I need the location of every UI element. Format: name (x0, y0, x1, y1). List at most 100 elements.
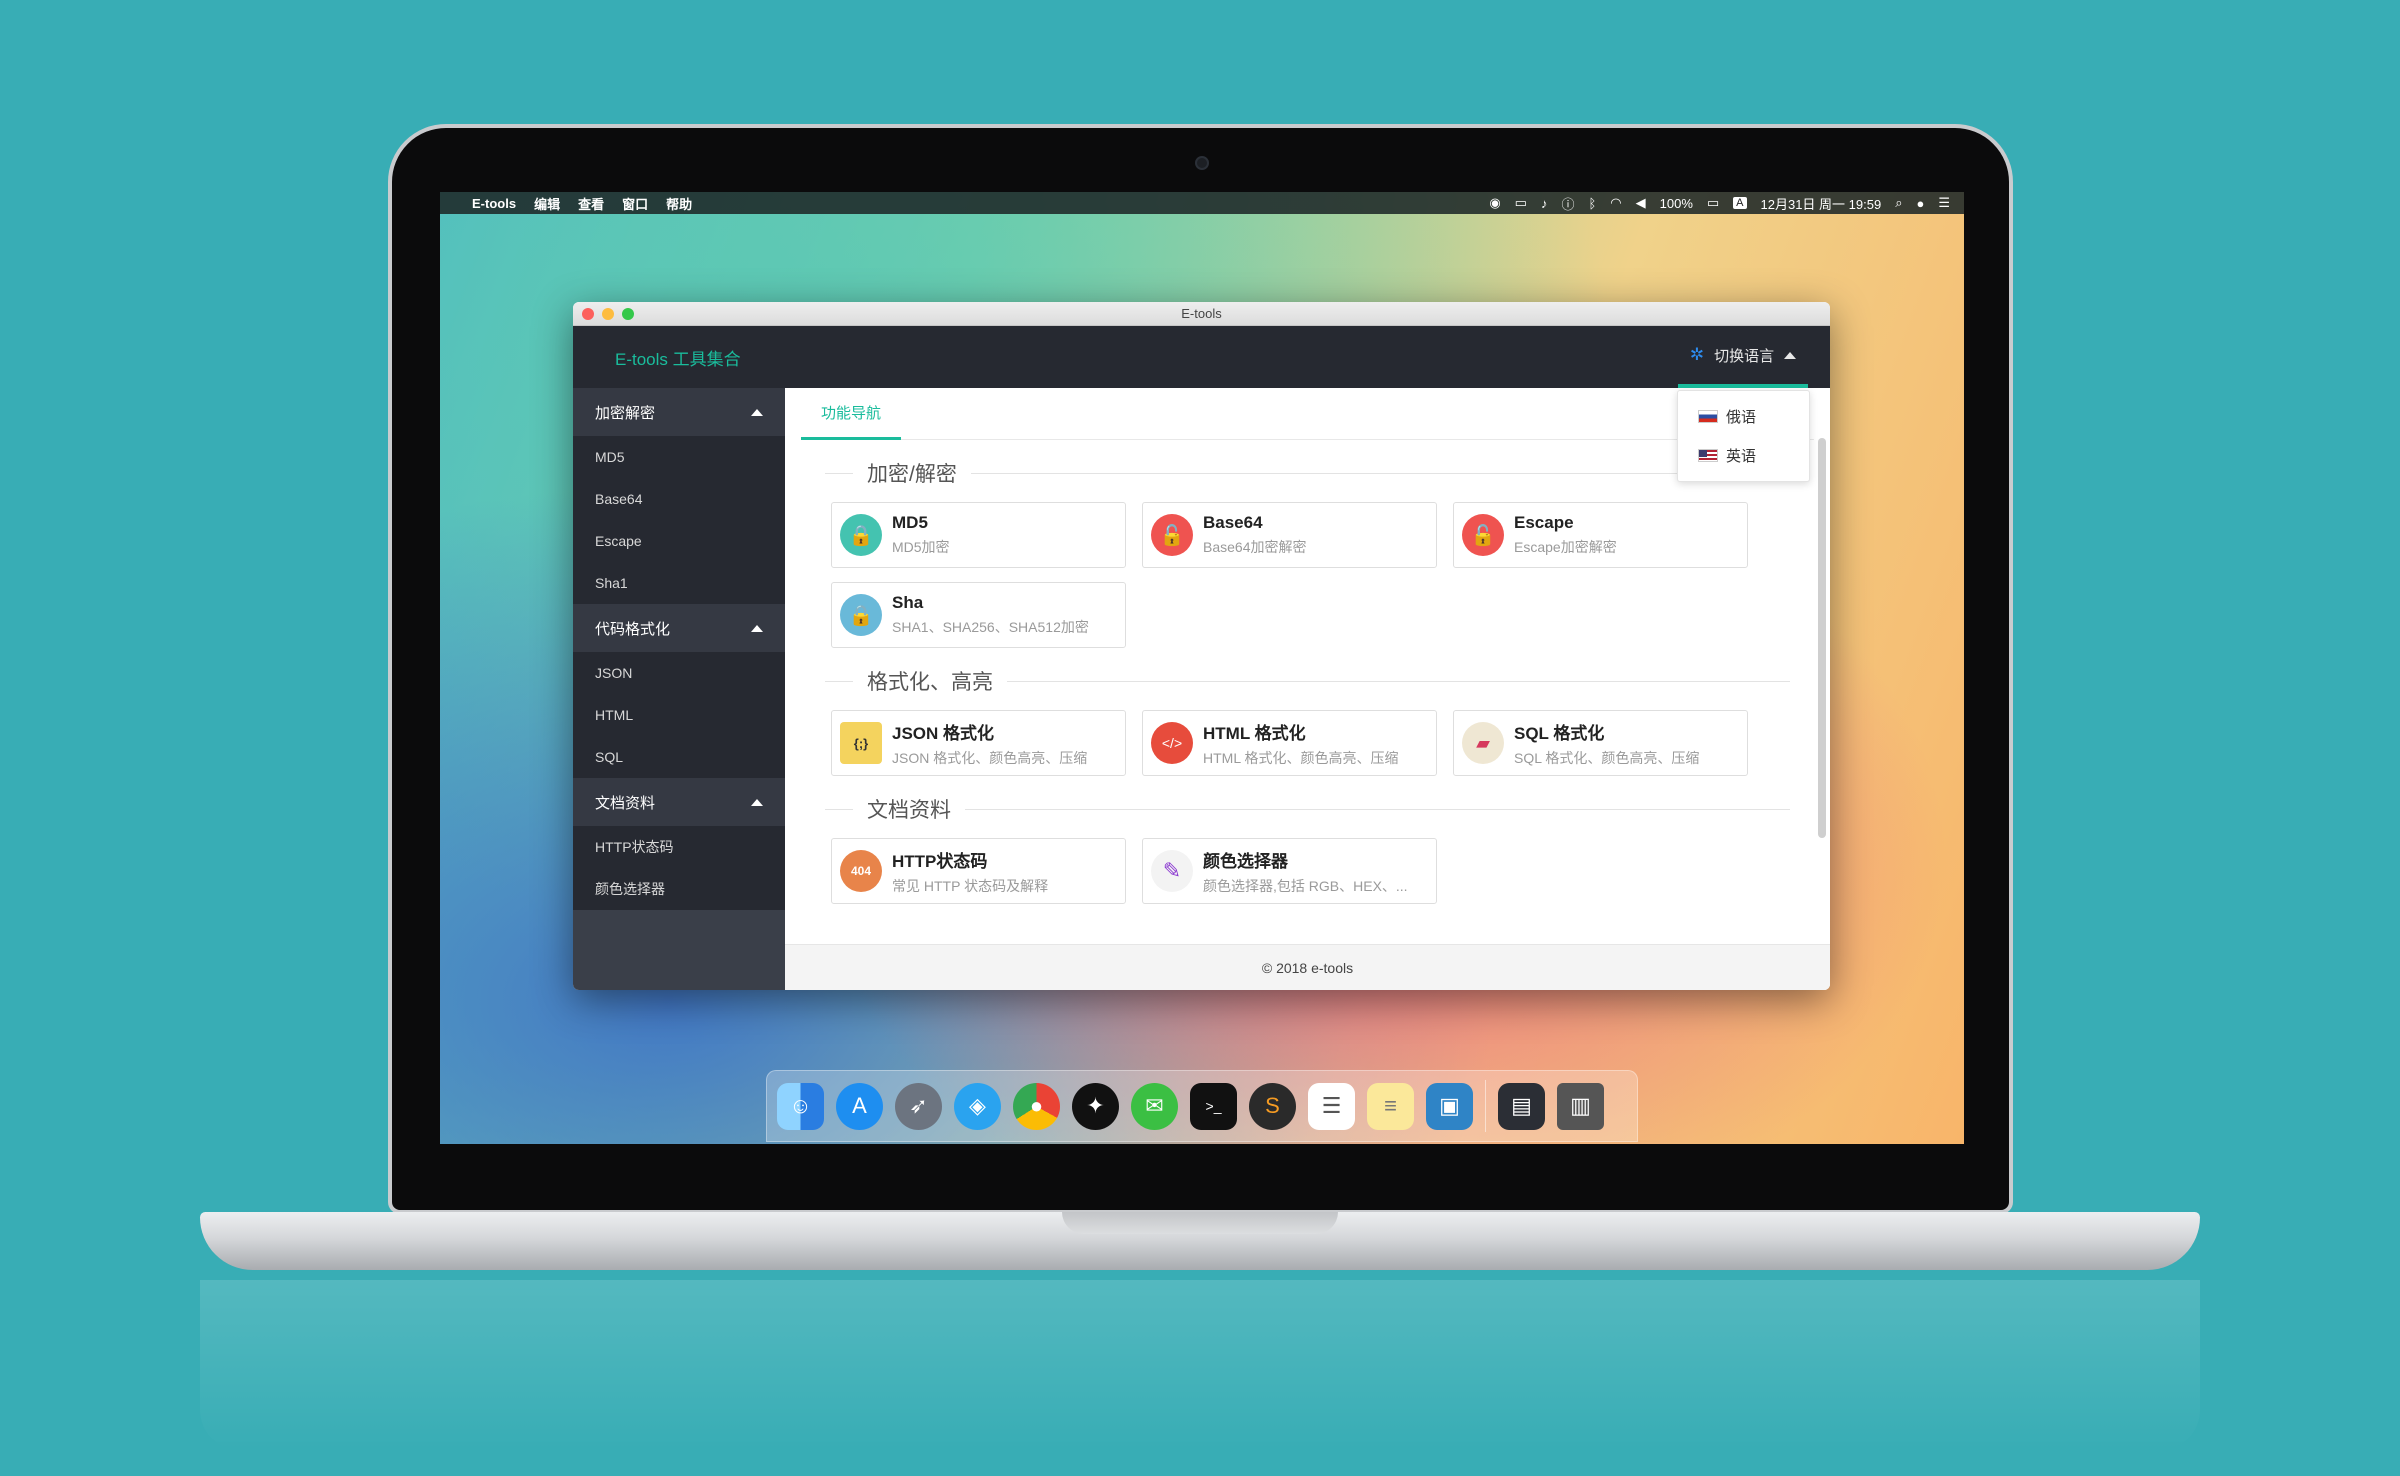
scrollbar[interactable] (1818, 438, 1826, 838)
finder-icon[interactable]: ☺ (777, 1082, 824, 1130)
info-icon[interactable]: ⓘ (1561, 194, 1574, 213)
card-title: HTTP状态码 (892, 851, 988, 871)
sidebar-group-items: HTTP状态码 颜色选择器 (573, 826, 785, 910)
screen-share-icon[interactable]: ▭ (1515, 195, 1527, 211)
card-text: 颜色选择器 颜色选择器,包括 RGB、HEX、... (1203, 847, 1408, 896)
minimize-window-button[interactable] (602, 308, 614, 320)
menu-help[interactable]: 帮助 (666, 194, 692, 213)
tool-card-http-status[interactable]: 404 HTTP状态码 常见 HTTP 状态码及解释 (831, 838, 1126, 904)
sidebar-item-http-status[interactable]: HTTP状态码 (573, 826, 785, 868)
language-switch[interactable]: ✲ 切换语言 (1678, 326, 1808, 388)
virtualbox-icon[interactable]: ▣ (1426, 1082, 1473, 1130)
spotlight-search-icon[interactable]: ⌕ (1895, 195, 1902, 211)
unlock-icon: 🔓 (1462, 514, 1504, 556)
chrome-icon[interactable]: ● (1013, 1082, 1060, 1130)
sidebar-item-sql[interactable]: SQL (573, 736, 785, 778)
footer: © 2018 e-tools (785, 944, 1830, 990)
sidebar-item-html[interactable]: HTML (573, 694, 785, 736)
safari-icon[interactable]: ◈ (954, 1082, 1001, 1130)
tab-bar: 功能导航 (801, 388, 1814, 440)
sidebar-item-md5[interactable]: MD5 (573, 436, 785, 478)
maximize-window-button[interactable] (622, 308, 634, 320)
wechat-status-icon[interactable]: ◉ (1489, 195, 1500, 211)
language-option-label: 俄语 (1726, 409, 1757, 426)
card-desc: Base64加密解密 (1203, 539, 1307, 555)
json-file-icon: {;} (840, 722, 882, 764)
menu-bar: E-tools 编辑 查看 窗口 帮助 ◉ ▭ ♪ ⓘ ᛒ ◠ ◀ 100% ▭… (440, 192, 1964, 214)
card-desc: JSON 格式化、颜色高亮、压缩 (892, 749, 1088, 766)
card-text: Escape Escape加密解密 (1514, 513, 1617, 557)
card-desc: MD5加密 (892, 539, 950, 555)
terminal-icon[interactable]: >_ (1190, 1082, 1237, 1130)
card-grid: {;} JSON 格式化 JSON 格式化、颜色高亮、压缩 </> HTML 格… (831, 710, 1771, 776)
close-window-button[interactable] (582, 308, 594, 320)
status-area: ◉ ▭ ♪ ⓘ ᛒ ◠ ◀ 100% ▭ A 12月31日 周一 19:59 ⌕… (1489, 194, 1950, 213)
qq-icon[interactable]: ✦ (1072, 1082, 1119, 1130)
tool-card-json[interactable]: {;} JSON 格式化 JSON 格式化、颜色高亮、压缩 (831, 710, 1126, 776)
sidebar-group-label: 代码格式化 (595, 620, 671, 638)
lock-icon: 🔒 (840, 514, 882, 556)
wechat-icon[interactable]: ✉ (1131, 1082, 1178, 1130)
sidebar-item-color-picker[interactable]: 颜色选择器 (573, 868, 785, 910)
brand-title[interactable]: E-tools 工具集合 (615, 345, 741, 370)
sidebar-group-formatting[interactable]: 代码格式化 (573, 604, 785, 652)
card-title: 颜色选择器 (1203, 851, 1288, 871)
main-content: 功能导航 加密/解密 🔒 MD5 MD5加密 🔓 Base64 Base64加密… (785, 388, 1830, 990)
sidebar-item-json[interactable]: JSON (573, 652, 785, 694)
language-dropdown: 俄语 英语 (1677, 390, 1810, 482)
card-title: HTML 格式化 (1203, 723, 1306, 743)
trash-icon[interactable]: ▥ (1557, 1082, 1604, 1130)
tool-card-escape[interactable]: 🔓 Escape Escape加密解密 (1453, 502, 1748, 568)
sidebar-group-docs[interactable]: 文档资料 (573, 778, 785, 826)
notification-center-icon[interactable]: ☰ (1938, 195, 1950, 211)
http-404-icon: 404 (840, 850, 882, 892)
sidebar-item-sha1[interactable]: Sha1 (573, 562, 785, 604)
card-text: MD5 MD5加密 (892, 513, 950, 557)
app-window: E-tools E-tools 工具集合 ✲ 切换语言 俄语 英语 加密解密 M… (573, 302, 1830, 990)
tool-card-sha[interactable]: 🔒 Sha SHA1、SHA256、SHA512加密 (831, 582, 1126, 648)
app-header: E-tools 工具集合 ✲ 切换语言 (573, 326, 1830, 388)
tool-card-html[interactable]: </> HTML 格式化 HTML 格式化、颜色高亮、压缩 (1142, 710, 1437, 776)
sublime-text-icon[interactable]: S (1249, 1082, 1296, 1130)
notes-icon[interactable]: ≡ (1367, 1082, 1414, 1130)
card-title: Escape (1514, 513, 1574, 532)
tool-card-base64[interactable]: 🔓 Base64 Base64加密解密 (1142, 502, 1437, 568)
launchpad-icon[interactable]: ➶ (895, 1082, 942, 1130)
sql-file-icon: ▰ (1462, 722, 1504, 764)
section-title: 文档资料 (825, 794, 1790, 824)
wifi-icon[interactable]: ◠ (1610, 195, 1621, 211)
menu-window[interactable]: 窗口 (622, 194, 648, 213)
card-desc: Escape加密解密 (1514, 539, 1617, 555)
bluetooth-icon[interactable]: ᛒ (1588, 196, 1596, 211)
sidebar: 加密解密 MD5 Base64 Escape Sha1 代码格式化 JSON H… (573, 388, 785, 990)
language-option-english[interactable]: 英语 (1678, 436, 1809, 475)
battery-icon[interactable]: ▭ (1707, 195, 1719, 211)
app-store-icon[interactable]: A (836, 1082, 883, 1130)
tool-card-color-picker[interactable]: ✎ 颜色选择器 颜色选择器,包括 RGB、HEX、... (1142, 838, 1437, 904)
caret-up-icon (751, 408, 763, 416)
card-text: HTTP状态码 常见 HTTP 状态码及解释 (892, 847, 1048, 896)
caret-up-icon (751, 798, 763, 806)
language-option-russian[interactable]: 俄语 (1678, 397, 1809, 436)
section-title: 格式化、高亮 (825, 666, 1790, 696)
sidebar-item-base64[interactable]: Base64 (573, 478, 785, 520)
siri-icon[interactable]: ● (1916, 196, 1924, 211)
tab-feature-nav[interactable]: 功能导航 (801, 388, 902, 440)
notification-bell-icon[interactable]: ♪ (1541, 196, 1548, 211)
e-tools-app-icon[interactable]: ▤ (1498, 1082, 1545, 1130)
menu-clock[interactable]: 12月31日 周一 19:59 (1761, 194, 1882, 213)
sidebar-group-encryption[interactable]: 加密解密 (573, 388, 785, 436)
sidebar-group-items: MD5 Base64 Escape Sha1 (573, 436, 785, 604)
volume-icon[interactable]: ◀ (1636, 195, 1646, 211)
menu-edit[interactable]: 编辑 (534, 194, 560, 213)
tool-card-sql[interactable]: ▰ SQL 格式化 SQL 格式化、颜色高亮、压缩 (1453, 710, 1748, 776)
input-source[interactable]: A (1733, 197, 1747, 209)
card-grid: 404 HTTP状态码 常见 HTTP 状态码及解释 ✎ 颜色选择器 颜色选择器… (831, 838, 1771, 904)
tool-card-md5[interactable]: 🔒 MD5 MD5加密 (831, 502, 1126, 568)
reminders-icon[interactable]: ☰ (1308, 1082, 1355, 1130)
sidebar-item-escape[interactable]: Escape (573, 520, 785, 562)
menu-app-name[interactable]: E-tools (472, 196, 516, 211)
battery-percent[interactable]: 100% (1660, 196, 1693, 211)
menu-view[interactable]: 查看 (578, 194, 604, 213)
color-picker-icon: ✎ (1151, 850, 1193, 892)
